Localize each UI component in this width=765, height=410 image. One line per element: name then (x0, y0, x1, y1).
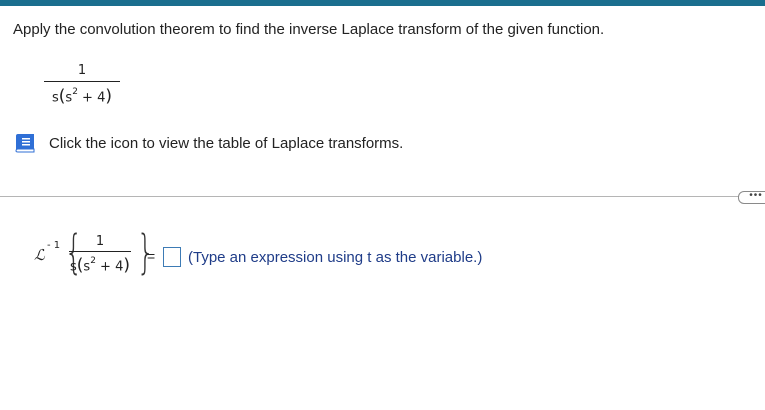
more-options-button[interactable]: ••• (738, 191, 765, 204)
laplace-operator: ℒ (34, 246, 45, 264)
laplace-table-link[interactable]: Click the icon to view the table of Lapl… (49, 135, 403, 152)
laplace-operator-exponent: - 1 (47, 240, 61, 251)
fraction-bar (44, 81, 120, 82)
section-divider (0, 196, 740, 197)
fraction-bar (69, 251, 131, 252)
answer-hint: (Type an expression using t as the varia… (188, 249, 483, 266)
answer-numerator: 1 (95, 234, 105, 249)
answer-input[interactable] (163, 247, 181, 267)
given-function: 1 s(s2 + 4) (44, 63, 120, 106)
function-numerator: 1 (77, 63, 87, 78)
top-accent-bar (0, 0, 765, 6)
equals-sign: = (147, 248, 156, 264)
book-icon[interactable] (13, 133, 37, 153)
answer-denominator: s(s2 + 4) (69, 255, 130, 276)
function-denominator: s(s2 + 4) (51, 86, 112, 107)
answer-row-function: 1 s(s2 + 4) (69, 234, 131, 275)
question-prompt: Apply the convolution theorem to find th… (13, 21, 605, 38)
